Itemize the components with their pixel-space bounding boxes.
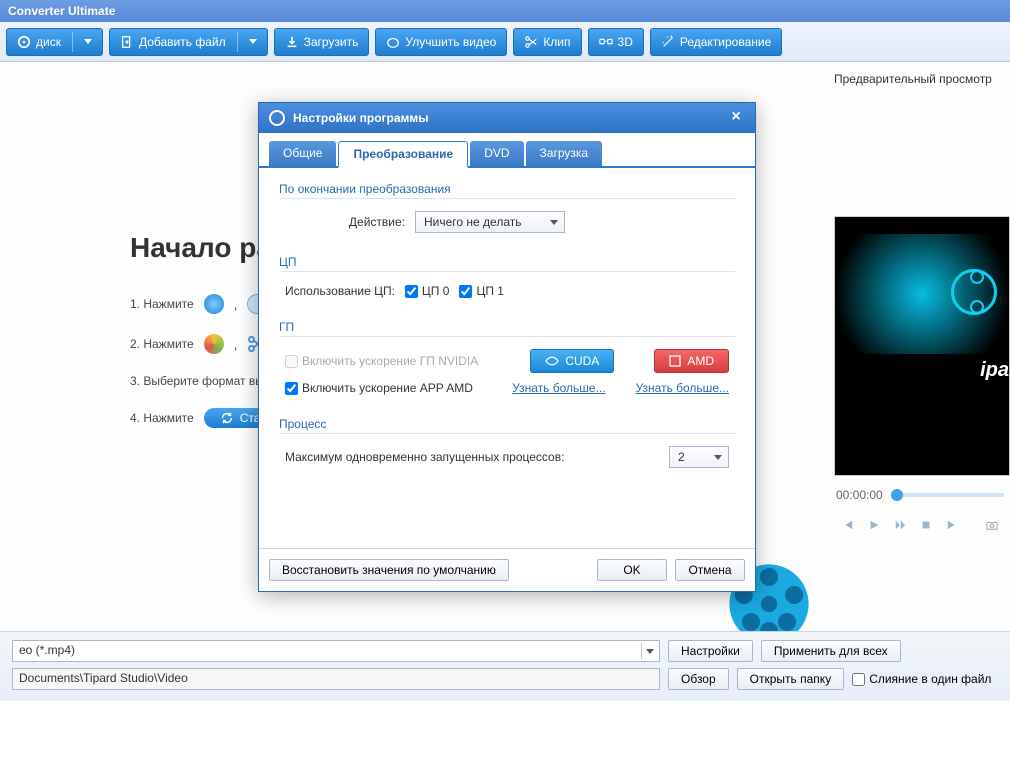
edit-button[interactable]: Редактирование <box>650 28 782 56</box>
amd-app-checkbox[interactable]: Включить ускорение APP AMD <box>285 381 473 395</box>
enhance-icon[interactable] <box>204 334 224 354</box>
add-disc-icon[interactable] <box>204 294 224 314</box>
brand-logo: ipa <box>835 359 1009 379</box>
open-folder-button[interactable]: Открыть папку <box>737 668 845 690</box>
output-format-combo[interactable]: eo (*.mp4) <box>12 640 660 662</box>
learn-more-amd-link[interactable]: Узнать больше... <box>636 381 729 395</box>
bottom-bar: eo (*.mp4) Настройки Применить для всех … <box>0 631 1010 701</box>
close-icon[interactable]: × <box>727 109 745 127</box>
apply-all-button[interactable]: Применить для всех <box>761 640 901 662</box>
browse-button[interactable]: Обзор <box>668 668 729 690</box>
play-icon[interactable] <box>868 518 880 532</box>
output-path-field[interactable]: Documents\Tipard Studio\Video <box>12 668 660 690</box>
tab-convert[interactable]: Преобразование <box>338 141 468 168</box>
nvidia-icon <box>545 355 559 367</box>
merge-checkbox[interactable]: Слияние в один файл <box>852 672 991 686</box>
group-after-conversion: По окончании преобразования Действие: Ни… <box>279 182 735 237</box>
dialog-tabs: Общие Преобразование DVD Загрузка <box>259 133 755 168</box>
scissors-icon <box>524 35 538 49</box>
clip-button[interactable]: Клип <box>513 28 581 56</box>
dialog-body: По окончании преобразования Действие: Ни… <box>259 168 755 548</box>
action-select[interactable]: Ничего не делать <box>415 211 565 233</box>
settings-dialog: Настройки программы × Общие Преобразован… <box>258 102 756 592</box>
action-label: Действие: <box>285 215 405 229</box>
max-process-label: Максимум одновременно запущенных процесс… <box>285 450 564 464</box>
download-icon <box>285 35 299 49</box>
seek-slider[interactable] <box>891 493 1004 497</box>
next-icon[interactable] <box>946 518 958 532</box>
stop-icon[interactable] <box>920 518 932 532</box>
cancel-button[interactable]: Отмена <box>675 559 745 581</box>
window-titlebar: Converter Ultimate <box>0 0 1010 22</box>
cpu1-checkbox[interactable]: ЦП 1 <box>459 284 504 298</box>
max-process-select[interactable]: 2 <box>669 446 729 468</box>
enhance-button[interactable]: Улучшить видео <box>375 28 507 56</box>
group-gpu: ГП Включить ускорение ГП NVIDIA CUDA AMD… <box>279 320 735 399</box>
disk-button[interactable]: диск <box>6 28 103 56</box>
cpu-usage-label: Использование ЦП: <box>285 284 395 298</box>
learn-more-cuda-link[interactable]: Узнать больше... <box>512 381 605 395</box>
restore-defaults-button[interactable]: Восстановить значения по умолчанию <box>269 559 509 581</box>
settings-button[interactable]: Настройки <box>668 640 753 662</box>
window-title: Converter Ultimate <box>8 4 115 18</box>
palette-icon <box>386 35 400 49</box>
time-slider-row: 00:00:00 <box>836 488 1004 502</box>
glasses-icon <box>599 35 613 49</box>
3d-button[interactable]: 3D <box>588 28 644 56</box>
fast-forward-icon[interactable] <box>894 518 906 532</box>
disc-icon <box>17 35 31 49</box>
prev-icon[interactable] <box>842 518 854 532</box>
cuda-button[interactable]: CUDA <box>530 349 614 373</box>
dialog-titlebar[interactable]: Настройки программы × <box>259 103 755 133</box>
preview-pane: Предварительный просмотр ipa 00:00:00 <box>830 62 1010 631</box>
playback-controls <box>834 514 1006 536</box>
tab-general[interactable]: Общие <box>269 141 336 166</box>
cpu0-checkbox[interactable]: ЦП 0 <box>405 284 450 298</box>
gear-icon <box>269 110 285 126</box>
amd-button[interactable]: AMD <box>654 349 729 373</box>
group-cpu: ЦП Использование ЦП: ЦП 0 ЦП 1 <box>279 255 735 302</box>
nvidia-checkbox: Включить ускорение ГП NVIDIA <box>285 354 478 368</box>
amd-icon <box>669 355 681 367</box>
snapshot-icon[interactable] <box>986 518 998 532</box>
merge-checkbox-input[interactable] <box>852 673 865 686</box>
wand-icon <box>661 35 675 49</box>
dialog-title: Настройки программы <box>293 111 429 125</box>
group-process: Процесс Максимум одновременно запущенных… <box>279 417 735 472</box>
file-plus-icon <box>120 35 134 49</box>
tab-dvd[interactable]: DVD <box>470 141 523 166</box>
main-toolbar: диск Добавить файл Загрузить Улучшить ви… <box>0 22 1010 62</box>
refresh-icon <box>220 411 234 425</box>
ok-button[interactable]: OK <box>597 559 667 581</box>
tab-download[interactable]: Загрузка <box>526 141 603 166</box>
add-file-button[interactable]: Добавить файл <box>109 28 268 56</box>
logo-reel-icon <box>951 269 997 315</box>
preview-viewport: ipa <box>834 216 1010 476</box>
preview-label: Предварительный просмотр <box>834 72 1006 86</box>
time-current: 00:00:00 <box>836 488 883 502</box>
dialog-footer: Восстановить значения по умолчанию OK От… <box>259 548 755 591</box>
download-button[interactable]: Загрузить <box>274 28 370 56</box>
